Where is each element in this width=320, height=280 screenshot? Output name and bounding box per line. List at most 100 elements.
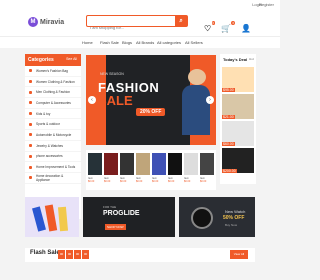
nav-all-categories[interactable]: All categories: [157, 40, 181, 45]
category-view-all[interactable]: See All: [66, 57, 77, 61]
featured-products: Item $0.00 Item $0.00 Item $0.00 Item $0.00 …: [86, 150, 216, 190]
product-price: $0.00: [120, 180, 127, 183]
logo-mark: M: [28, 17, 38, 27]
wishlist-count: 0: [211, 21, 216, 25]
timer-minutes: 00: [74, 250, 81, 259]
timer-days: 00: [58, 250, 65, 259]
promo-product: [32, 206, 46, 232]
cart-button[interactable]: 🛒 0: [221, 21, 236, 33]
nav-all-sellers[interactable]: All Sellers: [185, 40, 203, 45]
main-nav: Home Flash Sale Blogs All Brands All cat…: [0, 36, 280, 48]
product-price: $0.00: [104, 180, 111, 183]
promo-banners: FOR THE PROGLIDE SHOP NOW New Watch 50% …: [25, 197, 255, 243]
deal-product[interactable]: $21.00: [222, 94, 254, 119]
category-item[interactable]: Home Improvement & Tools: [25, 162, 81, 173]
promo-product: [44, 204, 58, 232]
category-label: Home decoration & Appliance: [35, 173, 64, 182]
wishlist-button[interactable]: ♡ 0: [204, 21, 216, 33]
product-card[interactable]: Item $0.00: [152, 153, 166, 187]
product-image: [184, 153, 198, 175]
category-item[interactable]: phone accessories: [25, 152, 81, 163]
category-item[interactable]: Kids & toy: [25, 109, 81, 120]
search-button[interactable]: ⌕: [175, 16, 187, 26]
nav-all-brands[interactable]: All Brands: [136, 40, 154, 45]
promo-title: PROGLIDE: [103, 210, 140, 217]
category-icon: [29, 69, 32, 73]
category-item[interactable]: Jewelry & Watches: [25, 141, 81, 152]
nav-flash-sale[interactable]: Flash Sale: [100, 40, 119, 45]
category-icon: [29, 144, 32, 148]
product-card[interactable]: Item $0.00: [120, 153, 134, 187]
category-icon: [29, 112, 32, 116]
category-icon: [29, 80, 32, 84]
category-label: Kids & toy: [36, 111, 51, 116]
deal-product[interactable]: $200.00: [222, 148, 254, 173]
product-price: $0.00: [152, 180, 159, 183]
user-icon: 👤: [241, 24, 252, 33]
todays-deal-panel: Today's Deal Hot $95.00 $21.00 $60.00 $2…: [220, 54, 256, 184]
category-item[interactable]: Women's Fashion Bag: [25, 66, 81, 77]
product-card[interactable]: Item $0.00: [104, 153, 118, 187]
search-input[interactable]: [87, 22, 175, 33]
account-button[interactable]: 👤: [241, 24, 251, 33]
deal-price: $21.00: [222, 115, 235, 119]
logo-text: Miravia: [40, 18, 65, 26]
product-image: [200, 153, 214, 175]
banner-next-arrow[interactable]: ›: [206, 96, 214, 104]
product-card[interactable]: Item $0.00: [200, 153, 214, 187]
product-card[interactable]: Item $0.00: [88, 153, 102, 187]
todays-deal-title: Today's Deal: [223, 57, 248, 62]
deal-price: $200.00: [222, 169, 237, 173]
todays-deal-header: Today's Deal Hot: [220, 54, 256, 65]
deal-product[interactable]: $60.00: [222, 121, 254, 146]
banner-model-head: [188, 69, 206, 85]
promo-banner-1[interactable]: [25, 197, 79, 237]
category-icon: [29, 101, 32, 105]
promo-banner-3[interactable]: New Watch 50% OFF Buy Now: [179, 197, 255, 237]
category-label: Automobile & Motorcycle: [36, 132, 72, 137]
category-label: phone accessories: [36, 154, 63, 159]
product-image: [136, 153, 150, 175]
hero-banner[interactable]: NEW SEASON FASHION SALE 20% OFF: [86, 55, 216, 145]
category-icon: [29, 133, 32, 137]
category-item[interactable]: Home decoration & Appliance: [25, 173, 81, 184]
category-item[interactable]: Automobile & Motorcycle: [25, 130, 81, 141]
banner-tag: NEW SEASON: [100, 72, 124, 76]
category-item[interactable]: Computer & Accessories: [25, 98, 81, 109]
category-label: Jewelry & Watches: [36, 143, 63, 148]
top-bar: Login Register: [0, 0, 280, 9]
category-icon: [29, 165, 32, 169]
flash-sale-title: Flash Sale: [30, 250, 60, 256]
register-link[interactable]: Register: [259, 2, 274, 7]
banner-discount: 20% OFF: [136, 108, 166, 116]
category-item[interactable]: Sports & outdoor: [25, 119, 81, 131]
watch-image: [191, 207, 213, 229]
logo[interactable]: M Miravia: [28, 17, 64, 27]
deal-price: $95.00: [222, 88, 235, 92]
flash-sale-timer: 00 00 00 00: [58, 250, 89, 259]
category-label: Men Clothing & Fashion: [36, 90, 71, 95]
banner-prev-arrow[interactable]: ‹: [88, 96, 96, 104]
product-card[interactable]: Item $0.00: [184, 153, 198, 187]
promo-shop-button[interactable]: SHOP NOW: [105, 224, 126, 230]
category-title: Categories: [28, 57, 54, 63]
product-card[interactable]: Item $0.00: [168, 153, 182, 187]
product-card[interactable]: Item $0.00: [136, 153, 150, 187]
deal-product[interactable]: $95.00: [222, 67, 254, 92]
nav-blogs[interactable]: Blogs: [122, 40, 132, 45]
promo-small-text: New Watch: [225, 209, 246, 214]
flash-sale-view-all-button[interactable]: View All: [230, 250, 248, 259]
category-item[interactable]: Women Clothing & Fashion: [25, 77, 81, 88]
timer-hours: 00: [66, 250, 73, 259]
category-item[interactable]: Men Clothing & Fashion: [25, 87, 81, 99]
nav-home[interactable]: Home: [82, 40, 93, 45]
cart-count: 0: [231, 21, 236, 25]
promo-banner-2[interactable]: FOR THE PROGLIDE SHOP NOW: [83, 197, 175, 237]
category-label: Home Improvement & Tools: [36, 165, 76, 170]
category-label: Computer & Accessories: [36, 100, 71, 105]
promo-small-text: FOR THE: [103, 205, 117, 209]
product-image: [120, 153, 134, 175]
cart-icon: 🛒: [221, 24, 232, 33]
category-label: Sports & outdoor: [36, 122, 60, 127]
category-icon: [29, 176, 32, 180]
